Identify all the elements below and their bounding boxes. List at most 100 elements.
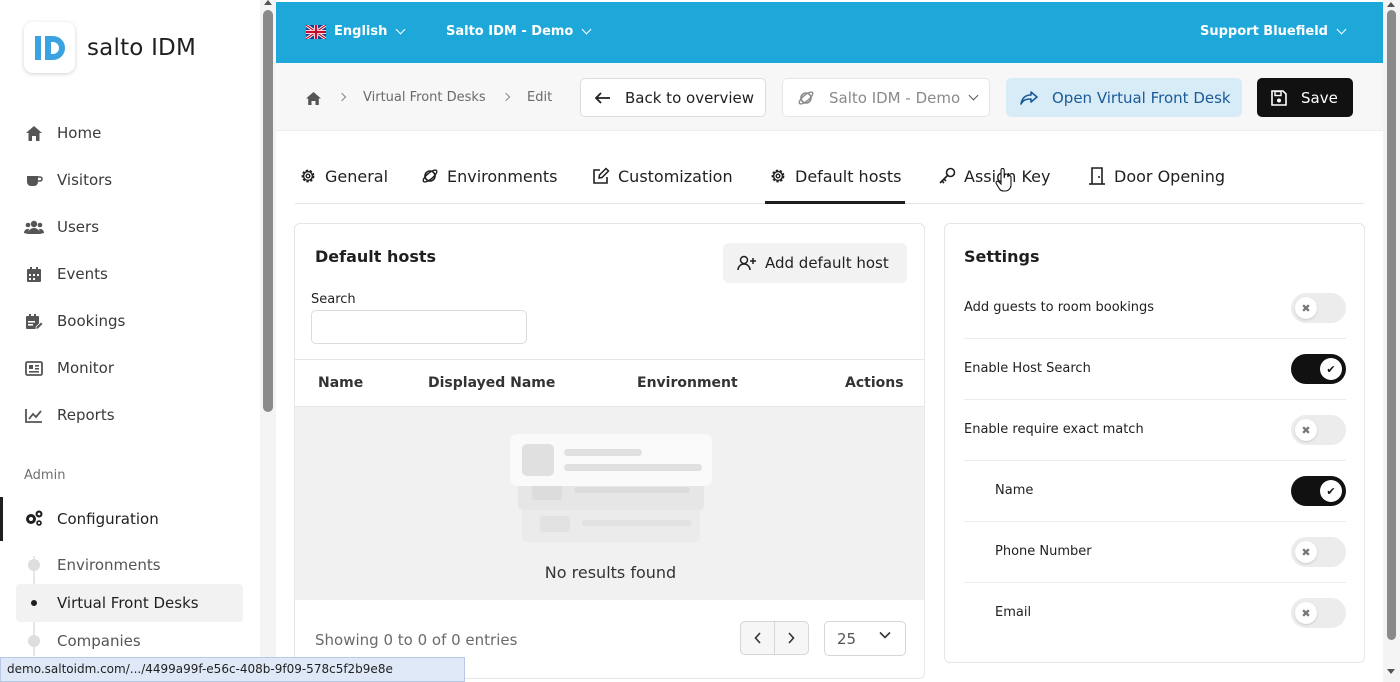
tab-label: Door Opening <box>1114 166 1226 186</box>
admin-section-label: Admin <box>24 468 66 483</box>
setting-toggle[interactable]: ✖ <box>1291 537 1346 567</box>
chevron-left-icon <box>753 632 761 644</box>
setting-toggle[interactable]: ✖ <box>1291 415 1346 445</box>
sidebar-item-home[interactable]: Home <box>24 121 101 145</box>
sidebar-item-label: Bookings <box>57 312 126 330</box>
setting-toggle[interactable]: ✔ <box>1291 476 1346 506</box>
scroll-up-arrow-icon[interactable] <box>1387 2 1395 7</box>
chevron-down-icon <box>395 24 406 35</box>
add-default-host-button[interactable]: Add default host <box>723 243 907 283</box>
app-logo[interactable]: salto IDM <box>24 22 196 73</box>
environment-filter-select[interactable]: Salto IDM - Demo <box>782 78 990 117</box>
door-icon <box>1088 167 1106 185</box>
environment-label: Salto IDM - Demo <box>446 24 574 39</box>
chevron-right-icon <box>788 632 796 644</box>
sidebar: salto IDM Home Visitors Users Events Boo… <box>0 0 258 682</box>
column-header-displayed-name[interactable]: Displayed Name <box>428 375 555 391</box>
sidebar-subitem-environments[interactable]: Environments <box>16 546 243 584</box>
app-root: salto IDM Home Visitors Users Events Boo… <box>0 0 1400 682</box>
scrollbar-thumb[interactable] <box>1387 10 1396 640</box>
tab-bar: General Environments Customization Defau… <box>295 160 1364 204</box>
column-header-environment[interactable]: Environment <box>637 375 738 391</box>
no-results-text: No results found <box>544 563 677 582</box>
sidebar-item-bookings[interactable]: Bookings <box>24 309 125 333</box>
scroll-up-arrow-icon[interactable] <box>264 0 272 5</box>
setting-row: Enable Host Search ✔ <box>964 339 1346 400</box>
column-header-actions: Actions <box>845 375 904 391</box>
gear-icon <box>769 167 787 185</box>
check-icon: ✔ <box>1320 480 1342 502</box>
tab-door-opening[interactable]: Door Opening <box>1088 165 1225 187</box>
setting-label: Phone Number <box>995 544 1092 559</box>
breadcrumb-edit: Edit <box>527 90 553 105</box>
sidebar-item-label: Home <box>57 124 102 142</box>
sidebar-subitem-label: Environments <box>57 556 161 574</box>
sidebar-item-label: Visitors <box>57 171 113 189</box>
bullet-icon <box>28 559 40 571</box>
sidebar-item-visitors[interactable]: Visitors <box>24 168 112 192</box>
entries-summary: Showing 0 to 0 of 0 entries <box>315 631 518 649</box>
page-size-select[interactable]: 25 <box>824 621 906 656</box>
scroll-down-arrow-icon[interactable] <box>1387 669 1395 674</box>
monitor-icon <box>24 358 44 378</box>
setting-toggle[interactable]: ✖ <box>1291 293 1346 323</box>
setting-toggle[interactable]: ✖ <box>1291 598 1346 628</box>
empty-state: No results found <box>295 407 924 600</box>
search-input[interactable] <box>311 310 527 344</box>
tab-label: Environments <box>447 166 558 186</box>
x-icon: ✖ <box>1295 419 1317 441</box>
tab-general[interactable]: General <box>299 165 388 187</box>
tab-default-hosts[interactable]: Default hosts <box>769 165 901 187</box>
coffee-cup-icon <box>24 170 44 190</box>
open-virtual-front-desk-button[interactable]: Open Virtual Front Desk <box>1006 78 1242 117</box>
chevron-right-icon <box>337 92 347 102</box>
environment-select[interactable]: Salto IDM - Demo <box>446 24 592 39</box>
table-header: Name Displayed Name Environment Actions <box>295 359 924 407</box>
card-title: Default hosts <box>315 247 437 266</box>
tab-customization[interactable]: Customization <box>592 165 733 187</box>
active-tab-indicator <box>765 201 905 204</box>
sidebar-scrollbar[interactable] <box>260 0 276 682</box>
x-icon: ✖ <box>1295 541 1317 563</box>
tab-label: Customization <box>618 166 733 186</box>
link-status-bar: demo.saltoidm.com/.../4499a99f-e56c-408b… <box>0 657 465 682</box>
setting-toggle[interactable]: ✔ <box>1291 354 1346 384</box>
default-hosts-card: Default hosts Add default host Search Na… <box>294 223 925 679</box>
sidebar-item-reports[interactable]: Reports <box>24 403 115 427</box>
sidebar-item-label: Reports <box>57 406 115 424</box>
setting-label: Name <box>995 483 1034 498</box>
user-menu[interactable]: Support Bluefield <box>1200 24 1347 39</box>
top-bar: English Salto IDM - Demo Support Bluefie… <box>276 2 1383 63</box>
sidebar-item-configuration[interactable]: Configuration <box>0 497 258 541</box>
previous-page-button[interactable] <box>741 622 774 654</box>
open-label: Open Virtual Front Desk <box>1052 88 1231 107</box>
save-button[interactable]: Save <box>1257 78 1353 117</box>
scrollbar-thumb[interactable] <box>263 10 273 412</box>
page-scrollbar[interactable] <box>1383 0 1400 682</box>
home-icon[interactable] <box>305 91 322 110</box>
check-icon: ✔ <box>1320 358 1342 380</box>
logo-icon <box>24 22 75 73</box>
tab-environments[interactable]: Environments <box>421 165 558 187</box>
language-label: English <box>334 24 388 39</box>
x-icon: ✖ <box>1295 297 1317 319</box>
sidebar-item-events[interactable]: Events <box>24 262 108 286</box>
column-header-name[interactable]: Name <box>318 375 363 391</box>
save-label: Save <box>1301 88 1338 107</box>
next-page-button[interactable] <box>775 622 808 654</box>
key-icon <box>938 167 956 185</box>
setting-row: Add guests to room bookings ✖ <box>964 278 1346 339</box>
bullet-icon <box>28 597 40 609</box>
sidebar-subitem-companies[interactable]: Companies <box>16 622 243 660</box>
back-to-overview-button[interactable]: Back to overview <box>580 78 766 117</box>
breadcrumb-virtual-front-desks[interactable]: Virtual Front Desks <box>363 90 486 105</box>
language-select[interactable]: English <box>306 24 406 39</box>
planet-icon <box>797 89 815 107</box>
sidebar-item-label: Users <box>57 218 100 236</box>
floppy-disk-icon <box>1271 89 1287 106</box>
page-toolbar: Virtual Front Desks Edit Back to overvie… <box>276 63 1383 131</box>
add-host-label: Add default host <box>765 254 889 272</box>
sidebar-item-monitor[interactable]: Monitor <box>24 356 114 380</box>
sidebar-item-users[interactable]: Users <box>24 215 99 239</box>
sidebar-subitem-virtual-front-desks[interactable]: Virtual Front Desks <box>16 584 243 622</box>
